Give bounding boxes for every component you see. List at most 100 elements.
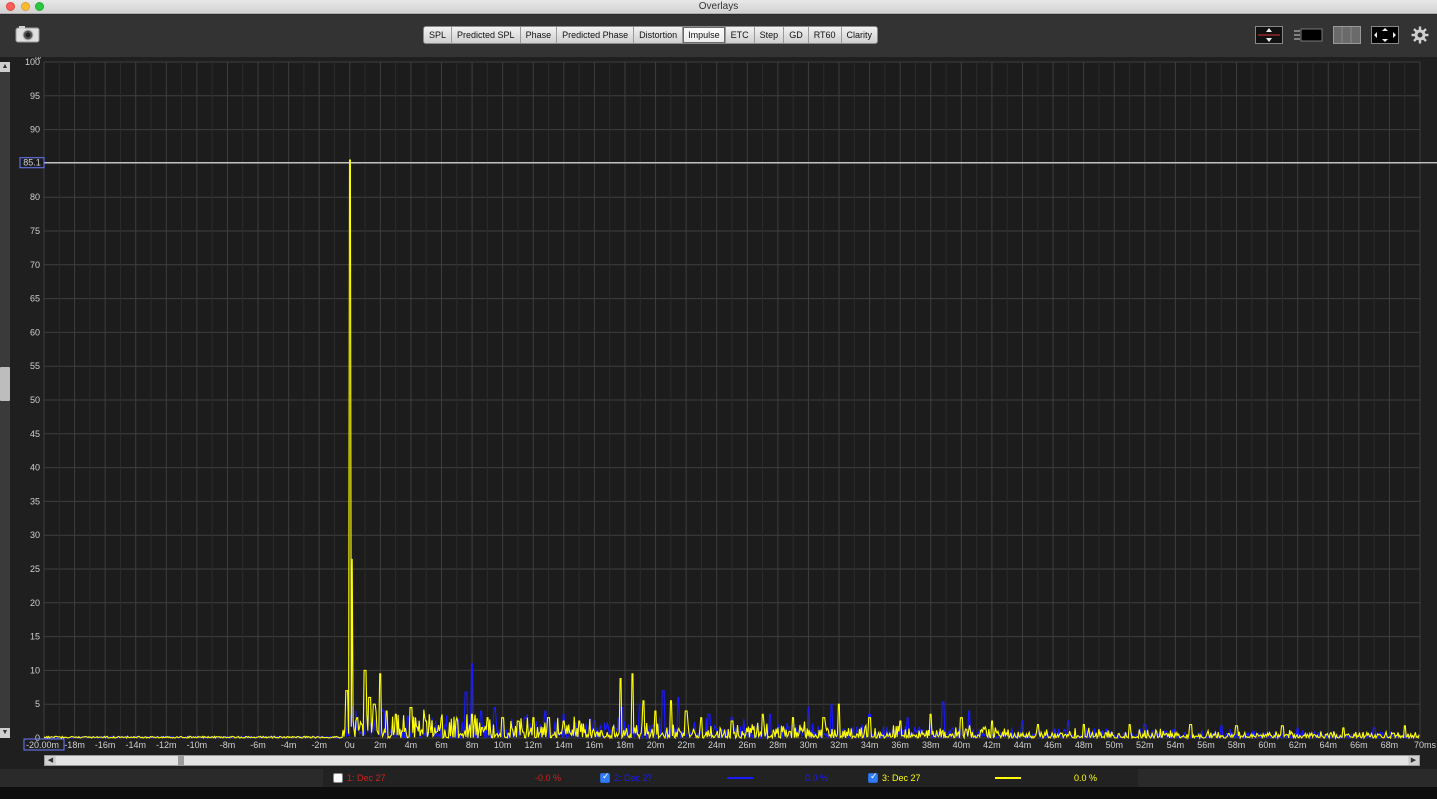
x-tick-label: 60m <box>1258 740 1276 750</box>
gear-icon[interactable] <box>1411 26 1429 44</box>
legend-label-3: 3: Dec 27 <box>882 773 921 783</box>
tab-step[interactable]: Step <box>754 27 785 43</box>
x-tick-label: -6m <box>250 740 266 750</box>
tab-predicted-spl[interactable]: Predicted SPL <box>452 27 521 43</box>
x-tick-label: 54m <box>1167 740 1185 750</box>
y-tick-label: 65 <box>30 294 40 304</box>
y-tick-label: 55 <box>30 361 40 371</box>
y-tick-label: 30 <box>30 530 40 540</box>
x-tick-label: 16m <box>586 740 604 750</box>
x-tick-label: -8m <box>220 740 236 750</box>
x-tick-label: 26m <box>739 740 757 750</box>
y-tick-label: 5 <box>35 699 40 709</box>
legend-value-3: 0.0 % <box>1074 773 1098 783</box>
x-tick-label: 30m <box>800 740 818 750</box>
legend-checkbox-1[interactable] <box>333 773 343 783</box>
graph-tabs: SPL Predicted SPL Phase Predicted Phase Dist… <box>423 26 879 44</box>
x-tick-label: 44m <box>1014 740 1032 750</box>
legend-label-2: 2: Dec 27 <box>614 773 653 783</box>
x-tick-label: 20m <box>647 740 665 750</box>
bottom-bar <box>0 787 1437 799</box>
y-tick-label: 80 <box>30 192 40 202</box>
x-tick-label: 32m <box>830 740 848 750</box>
legend-checkbox-3[interactable] <box>868 772 878 783</box>
toolbar: SPL Predicted SPL Phase Predicted Phase Dist… <box>0 15 1437 57</box>
x-tick-label: 62m <box>1289 740 1307 750</box>
y-tick-label: 50 <box>30 395 40 405</box>
tab-clarity[interactable]: Clarity <box>841 27 878 43</box>
x-axis-ticks: -20.00m -18m -16m -14m -12m -10m -8m -6m -4m -2m 0… <box>23 738 1437 751</box>
title-bar: Overlays <box>0 0 1437 14</box>
scroll-up-button[interactable]: ▲ <box>0 62 10 72</box>
legend-label-1: 1: Dec 27 <box>347 773 386 783</box>
x-tick-label: 6m <box>435 740 448 750</box>
x-tick-label: 0u <box>345 740 355 750</box>
tab-impulse[interactable]: Impulse <box>683 27 726 43</box>
impulse-chart[interactable]: 0510152025303540455055606570758085909510… <box>0 57 1437 769</box>
tab-gd[interactable]: GD <box>784 27 809 43</box>
x-tick-label: 18m <box>616 740 634 750</box>
overlay-panel-icon[interactable] <box>1333 26 1361 44</box>
tab-phase[interactable]: Phase <box>520 27 558 43</box>
y-tick-label: 15 <box>30 632 40 642</box>
y-tick-label: 25 <box>30 564 40 574</box>
x-tick-label: -14m <box>125 740 146 750</box>
x-tick-label: 66m <box>1350 740 1368 750</box>
x-tick-label: 34m <box>861 740 879 750</box>
legend: 1: Dec 27 -0.0 % 2: Dec 27 0.0 % 3: Dec … <box>323 769 1138 787</box>
y-tick-label: 75 <box>30 226 40 236</box>
y-tick-label: 90 <box>30 125 40 135</box>
x-tick-label: 52m <box>1136 740 1154 750</box>
x-tick-label: 42m <box>983 740 1001 750</box>
tab-rt60[interactable]: RT60 <box>808 27 842 43</box>
tab-etc[interactable]: ETC <box>725 27 755 43</box>
horizontal-scrollbar[interactable]: ◀ ▶ <box>44 755 1420 766</box>
y-tick-label: 20 <box>30 598 40 608</box>
x-tick-label: 64m <box>1320 740 1338 750</box>
y-tick-label: 40 <box>30 463 40 473</box>
x-tick-label: -18m <box>64 740 85 750</box>
x-tick-label: 50m <box>1105 740 1123 750</box>
x-tick-label: 40m <box>953 740 971 750</box>
x-tick-label: 14m <box>555 740 573 750</box>
window-title: Overlays <box>698 1 739 12</box>
x-tick-label: 28m <box>769 740 787 750</box>
y-tick-label: 45 <box>30 429 40 439</box>
horizontal-scroll-thumb[interactable] <box>178 756 184 765</box>
legend-value-2: 0.0 % <box>805 773 829 783</box>
x-tick-label: -12m <box>156 740 177 750</box>
camera-icon[interactable] <box>15 25 40 43</box>
x-tick-label: -10m <box>187 740 208 750</box>
tab-spl[interactable]: SPL <box>424 27 453 43</box>
vertical-scrollbar[interactable]: ▲ ▼ <box>0 62 10 738</box>
x-tick-label: 12m <box>524 740 542 750</box>
display-mode-icon[interactable] <box>1293 26 1323 44</box>
vertical-zoom-icon[interactable] <box>1255 26 1283 44</box>
tab-predicted-phase[interactable]: Predicted Phase <box>557 27 635 43</box>
x-tick-label: 8m <box>466 740 479 750</box>
x-tick-label: -2m <box>311 740 327 750</box>
x-tick-label: 2m <box>374 740 387 750</box>
legend-swatch-3 <box>995 777 1021 779</box>
x-tick-label: 68m <box>1381 740 1399 750</box>
x-tick-label: 10m <box>494 740 512 750</box>
vertical-scroll-thumb[interactable] <box>0 367 10 401</box>
y-tick-label: 35 <box>30 496 40 506</box>
y-tick-label: 70 <box>30 260 40 270</box>
x-tick-label: 38m <box>922 740 940 750</box>
y-tick-label: 60 <box>30 327 40 337</box>
x-tick-label: 58m <box>1228 740 1246 750</box>
scroll-left-button[interactable]: ◀ <box>45 756 56 765</box>
x-tick-label: 36m <box>891 740 909 750</box>
x-tick-label: 4m <box>405 740 418 750</box>
x-tick-label: 70ms <box>1414 740 1437 750</box>
scroll-right-button[interactable]: ▶ <box>1408 756 1419 765</box>
tab-distortion[interactable]: Distortion <box>634 27 684 43</box>
y-tick-label: 95 <box>30 91 40 101</box>
x-tick-label: 46m <box>1044 740 1062 750</box>
x-tick-label: -20.00m <box>26 740 59 750</box>
cursor-value-label: 85.1 <box>23 158 41 168</box>
fit-view-icon[interactable] <box>1371 26 1399 44</box>
legend-checkbox-2[interactable] <box>600 772 610 783</box>
scroll-down-button[interactable]: ▼ <box>0 728 10 738</box>
